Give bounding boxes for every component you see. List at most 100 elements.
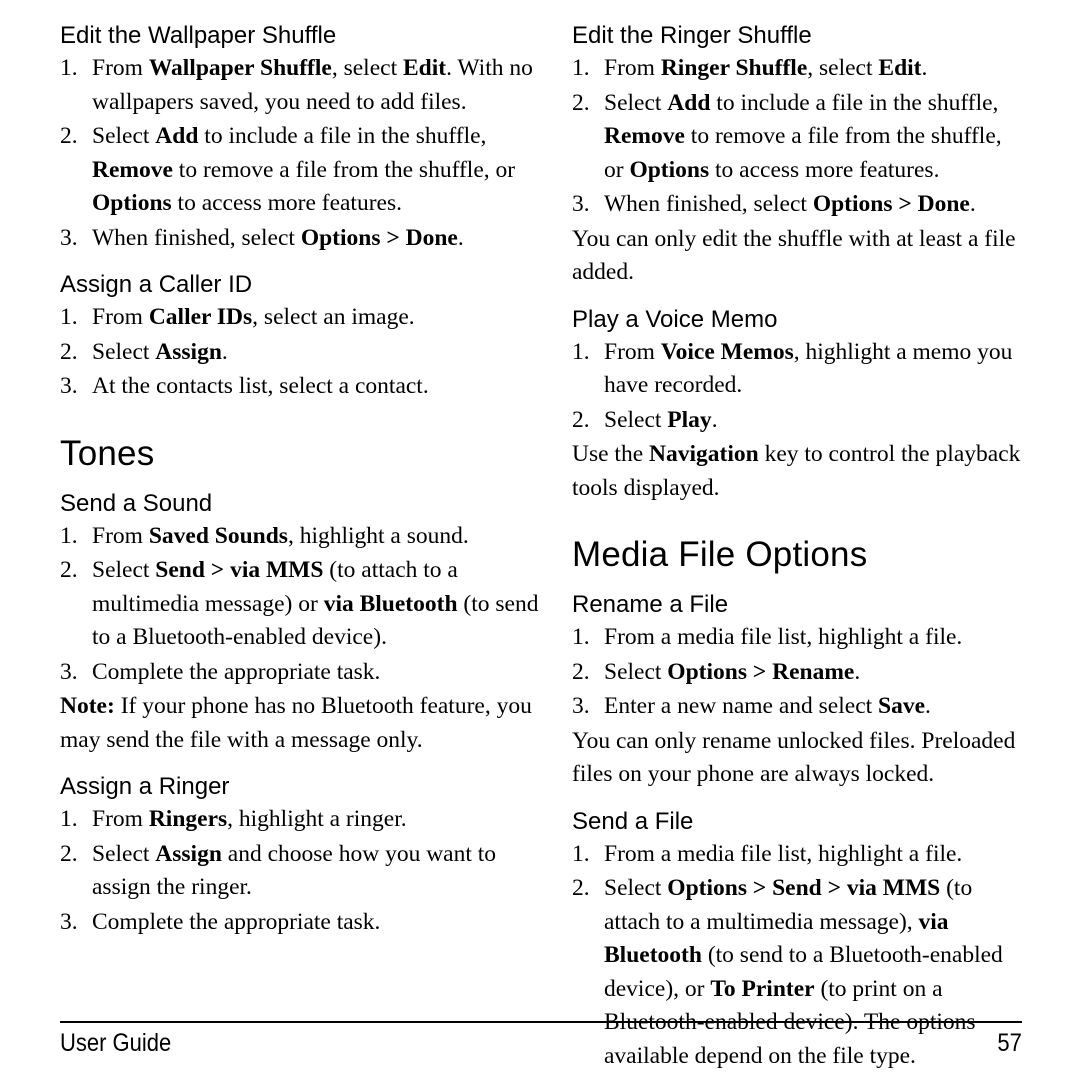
section-heading: Edit the Ringer Shuffle (572, 22, 812, 49)
step-list: 1. From Voice Memos, highlight a memo you… (572, 336, 1024, 438)
step-item: 2. Select Assign. (60, 336, 540, 370)
section-block: Assign a Caller ID 1. From Caller IDs, sel… (60, 271, 540, 404)
step-number: 1. (60, 806, 78, 832)
step-number: 1. (60, 304, 78, 330)
body-text: When finished, select (604, 191, 813, 217)
emphasis-text: via Bluetooth (323, 590, 458, 617)
left-column: Edit the Wallpaper Shuffle 1. From Wallpap… (60, 22, 540, 940)
chapter-block: Media File Options (572, 535, 1024, 575)
step-list: 1. From Ringers, highlight a ringer. 2. Sel… (60, 803, 540, 939)
step-item: 3. When finished, select Options > Done. (60, 222, 540, 256)
body-text: At the contacts list, select a contact. (92, 373, 429, 399)
step-item: 3. Complete the appropriate task. (60, 906, 540, 940)
step-item: 3. Enter a new name and select Save. (572, 690, 1024, 724)
step-number: 2. (572, 875, 590, 901)
step-number: 2. (60, 338, 78, 365)
emphasis-text: Options > Done (812, 191, 970, 217)
step-number: 2. (572, 658, 590, 685)
body-text: If your phone has no Bluetooth feature, … (60, 693, 532, 753)
emphasis-text: Note: (60, 693, 115, 719)
body-text: to include a file in the shuffle, (198, 123, 487, 149)
step-number: 1. (572, 624, 590, 650)
emphasis-text: Remove (92, 156, 173, 183)
step-item: 1. From Voice Memos, highlight a memo you… (572, 336, 1024, 403)
body-text: Select (604, 406, 668, 433)
body-text: Select (92, 123, 156, 149)
step-item: 3. At the contacts list, select a contact… (60, 370, 540, 404)
step-number: 2. (572, 406, 590, 433)
emphasis-text: Wallpaper Shuffle (148, 55, 332, 81)
body-text: Select (604, 875, 668, 901)
step-number: 1. (572, 55, 590, 81)
section-heading: Edit the Wallpaper Shuffle (60, 22, 337, 49)
chapter-heading: Tones (60, 433, 155, 473)
emphasis-text: Edit (878, 55, 922, 81)
step-list: 1. From Wallpaper Shuffle, select Edit. W… (60, 52, 540, 255)
user-guide-page: Edit the Wallpaper Shuffle 1. From Wallpap… (0, 0, 1080, 1080)
emphasis-text: Add (155, 123, 199, 149)
emphasis-text: Ringers (148, 806, 228, 832)
step-number: 1. (60, 55, 78, 81)
emphasis-text: Caller IDs (148, 304, 253, 330)
body-text: You can only edit the shuffle with at le… (572, 225, 1016, 286)
step-number: 3. (60, 908, 78, 935)
section-heading: Send a Sound (60, 489, 213, 517)
section-heading: Send a File (572, 807, 694, 835)
step-item: 1. From Ringer Shuffle, select Edit. (572, 52, 1024, 86)
note-paragraph: Note: If your phone has no Bluetooth fea… (60, 690, 540, 757)
section-heading: Play a Voice Memo (572, 305, 778, 333)
step-number: 3. (572, 693, 590, 719)
note-paragraph: You can only rename unlocked files. Prel… (572, 725, 1024, 792)
step-item: 1. From Saved Sounds, highlight a sound. (60, 520, 540, 554)
step-item: 2. Select Options > Rename. (572, 656, 1024, 690)
emphasis-text: Options > Done (300, 224, 458, 251)
body-text: , select (807, 55, 879, 81)
step-item: 2. Select Play. (572, 404, 1024, 438)
emphasis-text: Options (92, 190, 172, 216)
body-text: to access more features. (709, 156, 940, 183)
step-number: 2. (60, 123, 78, 149)
body-text: . (854, 658, 861, 685)
chapter-heading: Media File Options (572, 535, 868, 574)
body-text: to access more features. (171, 190, 402, 216)
step-item: 3. When finished, select Options > Done. (572, 188, 1024, 222)
body-text: Enter a new name and select (604, 693, 879, 719)
step-item: 1. From Caller IDs, select an image. (60, 301, 540, 335)
right-column: Edit the Ringer Shuffle 1. From Ringer Shu… (572, 22, 1024, 1074)
step-number: 2. (60, 557, 78, 583)
emphasis-text: Play (667, 406, 712, 433)
body-text: When finished, select (92, 224, 301, 251)
body-text: Complete the appropriate task. (92, 908, 381, 935)
body-text: . (969, 191, 976, 217)
emphasis-text: Edit (402, 55, 447, 81)
body-text: Select (92, 557, 156, 583)
section-block: Edit the Ringer Shuffle 1. From Ringer Shu… (572, 22, 1024, 290)
step-list: 1. From Caller IDs, select an image. 2. Sel… (60, 301, 540, 404)
emphasis-text: Options (629, 156, 710, 183)
body-text: , highlight a sound. (287, 522, 469, 549)
step-item: 3. Complete the appropriate task. (60, 656, 540, 690)
step-number: 2. (60, 840, 78, 867)
emphasis-text: Navigation (649, 441, 759, 467)
step-item: 2. Select Add to include a file in the sh… (60, 120, 540, 221)
body-text: From (604, 338, 661, 365)
section-heading: Rename a File (572, 591, 729, 618)
emphasis-text: Remove (604, 123, 685, 149)
section-block: Send a Sound 1. From Saved Sounds, highlig… (60, 490, 540, 758)
section-block: Play a Voice Memo 1. From Voice Memos, hig… (572, 306, 1024, 506)
step-item: 2. Select Send > via MMS (to attach to a … (60, 554, 540, 655)
body-text: . (457, 224, 464, 251)
emphasis-text: To Printer (710, 975, 815, 1002)
step-list: 1. From Ringer Shuffle, select Edit. 2. Sel… (572, 52, 1024, 222)
emphasis-text: Add (667, 89, 711, 116)
step-number: 3. (60, 224, 78, 251)
page-number: 57 (997, 1029, 1022, 1057)
body-text: . (221, 338, 228, 365)
body-text: From (92, 55, 149, 81)
section-block: Rename a File 1. From a media file list, h… (572, 591, 1024, 792)
body-text: . (711, 406, 718, 433)
emphasis-text: Options > Send > via MMS (667, 875, 941, 901)
step-item: 1. From a media file list, highlight a fi… (572, 621, 1024, 655)
step-number: 1. (572, 840, 590, 867)
emphasis-text: Ringer Shuffle (660, 55, 808, 81)
